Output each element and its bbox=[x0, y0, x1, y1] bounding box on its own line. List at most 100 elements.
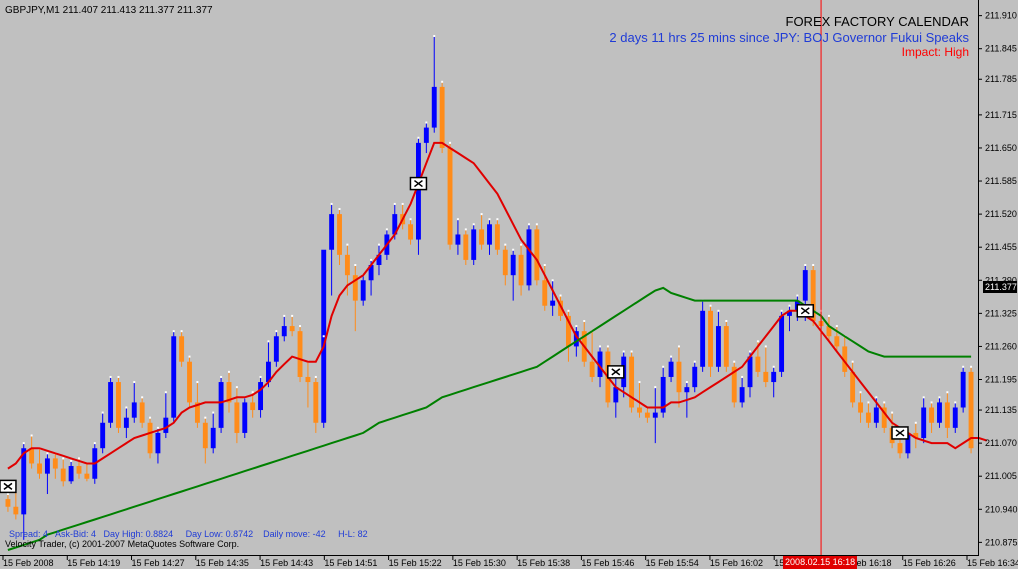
candle-high-tick bbox=[741, 375, 744, 378]
candle bbox=[526, 223, 532, 291]
candle-high-tick bbox=[291, 314, 294, 317]
candle-high-tick bbox=[638, 381, 641, 384]
copyright-text: Velocity Trader, (c) 2001-2007 MetaQuote… bbox=[5, 539, 240, 549]
candle-high-tick bbox=[520, 243, 523, 246]
candle-body bbox=[865, 412, 871, 423]
candle-body bbox=[668, 361, 674, 377]
price-tick-label: 211.195 bbox=[985, 375, 1017, 385]
candle-high-tick bbox=[322, 335, 325, 338]
candle-body bbox=[439, 86, 445, 148]
price-tick-label: 211.070 bbox=[985, 438, 1017, 448]
price-tick-label: 211.650 bbox=[985, 143, 1017, 153]
price-tick-label: 211.455 bbox=[985, 242, 1017, 252]
price-tick-label: 211.910 bbox=[985, 11, 1017, 21]
candle-high-tick bbox=[377, 243, 380, 246]
candle-high-tick bbox=[275, 330, 278, 333]
candle-body bbox=[708, 310, 713, 367]
candle-high-tick bbox=[393, 202, 396, 205]
candle-body bbox=[329, 214, 335, 250]
candle-body bbox=[116, 382, 121, 428]
candle-body bbox=[534, 229, 540, 281]
candle-body bbox=[834, 336, 840, 347]
candle bbox=[731, 360, 737, 408]
candle-body bbox=[218, 382, 224, 428]
candle-body bbox=[802, 270, 808, 301]
candle-high-tick bbox=[575, 325, 578, 328]
signal-marker bbox=[409, 176, 428, 191]
candle-body bbox=[408, 224, 414, 240]
candle-body bbox=[526, 229, 532, 286]
candle-high-tick bbox=[164, 391, 167, 394]
candle-high-tick bbox=[480, 213, 483, 216]
candle-body bbox=[747, 356, 753, 388]
candle-high-tick bbox=[6, 493, 9, 496]
candle-high-tick bbox=[543, 264, 546, 267]
candle-high-tick bbox=[551, 279, 554, 282]
candle-body bbox=[510, 254, 516, 276]
candle-high-tick bbox=[464, 228, 467, 231]
candle-body bbox=[68, 466, 74, 482]
candle-high-tick bbox=[630, 350, 633, 353]
time-tick-label: 15 Feb 15:46 bbox=[581, 558, 634, 568]
candle-body bbox=[850, 371, 856, 403]
candle-body bbox=[171, 336, 177, 418]
price-tick-label: 211.785 bbox=[985, 74, 1017, 84]
candle-body bbox=[700, 310, 706, 367]
candle-high-tick bbox=[354, 264, 357, 267]
candle-body bbox=[644, 412, 650, 418]
candle-high-tick bbox=[812, 264, 815, 267]
candle-body bbox=[250, 402, 256, 411]
candle-high-tick bbox=[370, 258, 373, 261]
candle-body bbox=[968, 371, 974, 449]
chart-window[interactable]: 211.910 211.845 211.785 211.715 211.650 211.5… bbox=[0, 0, 1018, 569]
candle-body bbox=[155, 432, 161, 454]
candle-high-tick bbox=[756, 340, 759, 343]
price-chart[interactable]: 211.910 211.845 211.785 211.715 211.650 211.5… bbox=[0, 0, 1018, 569]
candle-high-tick bbox=[938, 396, 941, 399]
event-time-tag: 2008.02.15 16:18 bbox=[783, 556, 858, 569]
candle-high-tick bbox=[654, 386, 657, 389]
candle-high-tick bbox=[212, 411, 215, 414]
candle-high-tick bbox=[46, 452, 49, 455]
candle-high-tick bbox=[867, 401, 870, 404]
candle-high-tick bbox=[677, 345, 680, 348]
time-tick-label: 15 Feb 14:35 bbox=[196, 558, 249, 568]
price-tick-label: 211.715 bbox=[985, 110, 1017, 120]
time-tick-label: 15 Feb 14:27 bbox=[132, 558, 185, 568]
candle-body bbox=[60, 468, 66, 482]
candle-body bbox=[518, 254, 524, 286]
candle-body bbox=[139, 402, 145, 423]
candle-high-tick bbox=[622, 350, 625, 353]
candle-high-tick bbox=[93, 442, 96, 445]
candle-high-tick bbox=[204, 416, 207, 419]
candle-high-tick bbox=[188, 355, 191, 358]
candle bbox=[447, 141, 453, 250]
candle-body bbox=[147, 422, 153, 454]
candle-body bbox=[479, 229, 485, 245]
candle-body bbox=[763, 371, 769, 383]
candle bbox=[171, 330, 177, 423]
candle-body bbox=[37, 463, 42, 474]
candle-body bbox=[463, 234, 469, 260]
candle-high-tick bbox=[30, 434, 33, 437]
candle-body bbox=[937, 402, 942, 423]
candle-high-tick bbox=[449, 141, 452, 144]
candle-high-tick bbox=[535, 223, 538, 226]
candle-body bbox=[202, 422, 208, 449]
candle-body bbox=[187, 361, 192, 403]
candle-body bbox=[416, 142, 421, 240]
time-tick-label: 15 Feb 14:43 bbox=[260, 558, 313, 568]
candle-high-tick bbox=[385, 228, 388, 231]
candle bbox=[297, 325, 303, 383]
candle-body bbox=[234, 402, 240, 433]
candle-body bbox=[163, 417, 169, 433]
candle-high-tick bbox=[227, 370, 230, 373]
candle-high-tick bbox=[891, 411, 894, 414]
candle-high-tick bbox=[717, 309, 720, 312]
candle bbox=[218, 375, 224, 433]
candle bbox=[629, 350, 635, 413]
candle-high-tick bbox=[599, 345, 602, 348]
candle-body bbox=[929, 407, 935, 423]
candle-high-tick bbox=[512, 248, 515, 251]
candle-high-tick bbox=[962, 365, 965, 368]
